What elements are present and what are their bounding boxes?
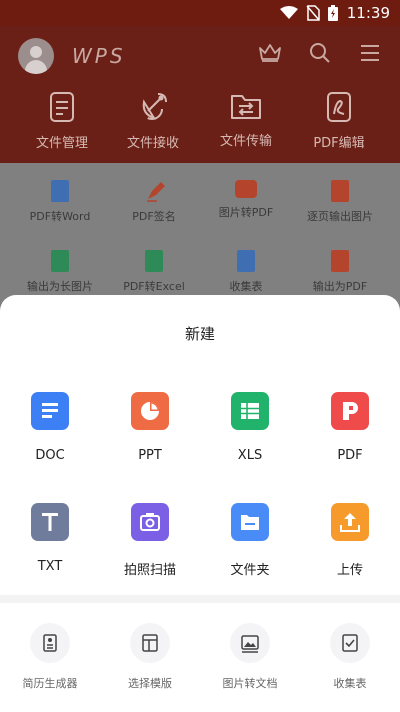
feature-grid: PDF转Word PDF签名 图片转PDF 逐页输出图片 输出为长图片 PDF转…: [0, 163, 400, 303]
image-to-doc-button[interactable]: 图片转文档: [200, 623, 300, 691]
satellite-dish-icon: [141, 93, 167, 120]
crown-icon[interactable]: [258, 42, 282, 62]
camera-scan-icon: [131, 503, 169, 541]
template-icon: [130, 623, 170, 663]
upload-icon: [331, 503, 369, 541]
feature-label: 图片转PDF: [218, 206, 274, 219]
new-pdf-button[interactable]: PDF: [300, 392, 400, 463]
feature-label: 输出为PDF: [312, 280, 368, 293]
quick-file-manager[interactable]: 文件管理: [17, 92, 107, 151]
tile-label: PDF: [337, 448, 363, 463]
feature-label: PDF转Word: [29, 210, 91, 223]
image-export-icon: [331, 180, 349, 202]
pdf-edit-icon: [327, 92, 351, 122]
quick-label: 文件接收: [126, 136, 179, 151]
new-bottom-sheet: 新建 DOC PPT XLS PDF TXT 拍照扫描 文件夹 上传 简历生成器…: [0, 295, 400, 712]
new-xls-button[interactable]: XLS: [200, 392, 300, 463]
avatar[interactable]: [18, 38, 54, 74]
folder-icon: [231, 503, 269, 541]
form-collect-button[interactable]: 收集表: [300, 623, 400, 691]
battery-charging-icon: [328, 5, 338, 21]
quick-pdf-edit[interactable]: PDF编辑: [294, 92, 384, 151]
resume-icon: [30, 623, 70, 663]
export-pdf-icon: [331, 250, 349, 272]
checklist-icon: [237, 250, 255, 272]
tile-label: DOC: [35, 448, 65, 463]
tool-label: 简历生成器: [22, 677, 78, 690]
sheet-title: 新建: [184, 325, 215, 343]
txt-icon: [31, 503, 69, 541]
app-header: WPS 文件管理 文件接收 文件传输 PDF编辑: [0, 26, 400, 163]
wifi-icon: [280, 6, 298, 19]
pdf-icon: [331, 392, 369, 430]
feature-pdf-to-word[interactable]: PDF转Word: [10, 180, 110, 224]
search-icon[interactable]: [309, 42, 331, 64]
feature-label: PDF转Excel: [123, 280, 185, 293]
quick-label: 文件管理: [35, 136, 88, 151]
folder-transfer-icon: [231, 95, 261, 119]
feature-label: PDF签名: [132, 210, 176, 223]
feature-label: 逐页输出图片: [307, 210, 373, 223]
feature-export-pages[interactable]: 逐页输出图片: [290, 180, 390, 224]
image-to-doc-icon: [230, 623, 270, 663]
tile-label: XLS: [237, 448, 263, 463]
quick-file-transfer[interactable]: 文件传输: [201, 92, 291, 149]
tile-label: 拍照扫描: [123, 563, 176, 578]
doc-icon: [31, 392, 69, 430]
status-bar: 11:39: [0, 0, 400, 26]
no-sim-icon: [306, 5, 320, 21]
new-folder-button[interactable]: 文件夹: [200, 503, 300, 578]
pen-sign-icon: [145, 180, 165, 202]
form-collect-icon: [330, 623, 370, 663]
feature-pdf-sign[interactable]: PDF签名: [104, 180, 204, 224]
upload-button[interactable]: 上传: [300, 503, 400, 578]
xls-icon: [231, 392, 269, 430]
resume-generator-button[interactable]: 简历生成器: [0, 623, 100, 691]
long-image-icon: [51, 250, 69, 272]
tile-label: TXT: [37, 559, 63, 574]
feature-export-pdf[interactable]: 输出为PDF: [290, 250, 390, 294]
choose-template-button[interactable]: 选择模版: [100, 623, 200, 691]
feature-collect-form[interactable]: 收集表: [196, 250, 296, 294]
new-ppt-button[interactable]: PPT: [100, 392, 200, 463]
app-logo: WPS: [72, 44, 126, 68]
tile-label: 文件夹: [230, 563, 270, 578]
pdf-to-word-icon: [51, 180, 69, 202]
tool-label: 选择模版: [128, 677, 172, 690]
feature-label: 输出为长图片: [27, 280, 93, 293]
clock: 11:39: [346, 4, 390, 22]
new-txt-button[interactable]: TXT: [0, 503, 100, 574]
menu-icon[interactable]: [361, 44, 379, 62]
ppt-icon: [131, 392, 169, 430]
feature-pdf-to-excel[interactable]: PDF转Excel: [104, 250, 204, 294]
quick-label: 文件传输: [219, 134, 272, 149]
section-divider: [0, 595, 400, 603]
new-doc-button[interactable]: DOC: [0, 392, 100, 463]
camera-scan-button[interactable]: 拍照扫描: [100, 503, 200, 578]
quick-label: PDF编辑: [313, 136, 365, 151]
camera-icon: [235, 180, 257, 198]
tool-label: 收集表: [333, 677, 367, 690]
pdf-to-excel-icon: [145, 250, 163, 272]
document-icon: [50, 92, 74, 122]
tile-label: PPT: [138, 448, 162, 463]
quick-file-receive[interactable]: 文件接收: [108, 92, 198, 151]
tool-label: 图片转文档: [222, 677, 278, 690]
tile-label: 上传: [336, 563, 363, 578]
feature-long-image[interactable]: 输出为长图片: [10, 250, 110, 294]
feature-image-to-pdf[interactable]: 图片转PDF: [196, 180, 296, 220]
feature-label: 收集表: [229, 280, 263, 293]
